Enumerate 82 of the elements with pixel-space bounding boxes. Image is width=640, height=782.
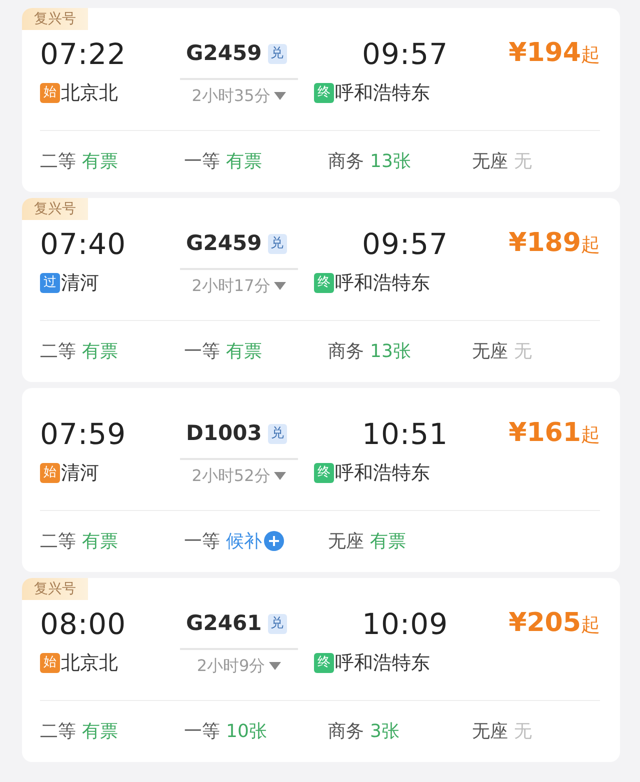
train-type-badge: 复兴号 (22, 198, 88, 220)
arrival-time: 09:57 (362, 227, 448, 261)
seat-class: 一等 (184, 720, 220, 744)
seat-availability: 有票 (82, 530, 118, 554)
duration-text: 2小时17分 (192, 275, 270, 297)
seat-class: 商务 (328, 150, 364, 174)
duration-text: 2小时52分 (192, 465, 270, 487)
train-card[interactable]: 07:59 D1003 兑 10:51 ¥161起 始 清河 2小时52分 终 呼和浩特东 二等 有票 一等 候补 无座 有票 (22, 388, 620, 572)
seat-availability: 有票 (226, 340, 262, 364)
seat-class: 商务 (328, 720, 364, 744)
passing-marker: 过 (40, 273, 60, 293)
train-card[interactable]: 复兴号 07:22 G2459 兑 09:57 ¥194起 始 北京北 2小时35分 终 呼和浩特东 二等 有票 一等 有票 商务 13张 无座 无 (22, 8, 620, 192)
seat-availability: 10张 (226, 720, 267, 744)
seat-availability: 无 (514, 150, 532, 174)
origin-marker: 始 (40, 653, 60, 673)
departure-time: 07:22 (40, 36, 128, 72)
station-name: 呼和浩特东 (335, 270, 430, 296)
seat-class: 无座 (472, 340, 508, 364)
price: ¥205起 (508, 607, 600, 640)
caret-icon[interactable] (274, 282, 286, 290)
seat-availability: 无 (514, 340, 532, 364)
station-name: 清河 (61, 270, 99, 296)
station-name: 北京北 (61, 80, 118, 106)
seat-class: 无座 (472, 150, 508, 174)
seat-class: 一等 (184, 530, 220, 554)
seat-availability: 有票 (82, 720, 118, 744)
train-number: G2459 (186, 40, 262, 68)
seat-class: 一等 (184, 340, 220, 364)
terminal-marker: 终 (314, 653, 334, 673)
station-name: 呼和浩特东 (335, 650, 430, 676)
price: ¥161起 (508, 417, 600, 450)
train-number: G2459 (186, 230, 262, 258)
station-name: 北京北 (61, 650, 118, 676)
seat-class: 二等 (40, 150, 76, 174)
departure-time: 08:00 (40, 606, 128, 642)
train-card[interactable]: 复兴号 07:40 G2459 兑 09:57 ¥189起 过 清河 2小时17分 终 呼和浩特东 二等 有票 一等 有票 商务 13张 无座 无 (22, 198, 620, 382)
seat-class: 无座 (328, 530, 364, 554)
terminal-marker: 终 (314, 273, 334, 293)
train-card[interactable]: 复兴号 08:00 G2461 兑 10:09 ¥205起 始 北京北 2小时9分 终 呼和浩特东 二等 有票 一等 10张 商务 3张 无座 无 (22, 578, 620, 762)
seat-availability: 有票 (370, 530, 406, 554)
train-type-badge: 复兴号 (22, 578, 88, 600)
seat-class: 二等 (40, 530, 76, 554)
seat-class: 无座 (472, 720, 508, 744)
price: ¥189起 (508, 227, 600, 260)
price: ¥194起 (508, 37, 600, 70)
seat-availability: 3张 (370, 720, 400, 744)
station-name: 呼和浩特东 (335, 460, 430, 486)
seat-availability: 有票 (82, 340, 118, 364)
caret-icon[interactable] (274, 472, 286, 480)
duration-text: 2小时35分 (192, 85, 270, 107)
origin-marker: 始 (40, 83, 60, 103)
exchange-tag: 兑 (268, 614, 287, 634)
seat-class: 一等 (184, 150, 220, 174)
seat-availability: 有票 (226, 150, 262, 174)
arrival-time: 09:57 (362, 37, 448, 71)
caret-icon[interactable] (274, 92, 286, 100)
train-type-badge: 复兴号 (22, 8, 88, 30)
origin-marker: 始 (40, 463, 60, 483)
train-number: D1003 (186, 420, 262, 448)
seat-availability: 13张 (370, 150, 411, 174)
seat-availability: 候补 (226, 530, 262, 554)
seat-availability: 无 (514, 720, 532, 744)
seat-class: 商务 (328, 340, 364, 364)
arrival-time: 10:51 (362, 417, 448, 451)
terminal-marker: 终 (314, 463, 334, 483)
seat-availability: 有票 (82, 150, 118, 174)
station-name: 清河 (61, 460, 99, 486)
seat-class: 二等 (40, 720, 76, 744)
caret-icon[interactable] (269, 662, 282, 670)
seat-class: 二等 (40, 340, 76, 364)
exchange-tag: 兑 (268, 234, 287, 254)
station-name: 呼和浩特东 (335, 80, 430, 106)
train-number: G2461 (186, 610, 262, 638)
departure-time: 07:59 (40, 416, 128, 452)
duration-text: 2小时9分 (196, 655, 266, 677)
exchange-tag: 兑 (268, 44, 287, 64)
seat-availability: 13张 (370, 340, 411, 364)
arrival-time: 10:09 (362, 607, 448, 641)
departure-time: 07:40 (40, 226, 128, 262)
plus-icon[interactable] (264, 531, 284, 551)
terminal-marker: 终 (314, 83, 334, 103)
exchange-tag: 兑 (268, 424, 287, 444)
